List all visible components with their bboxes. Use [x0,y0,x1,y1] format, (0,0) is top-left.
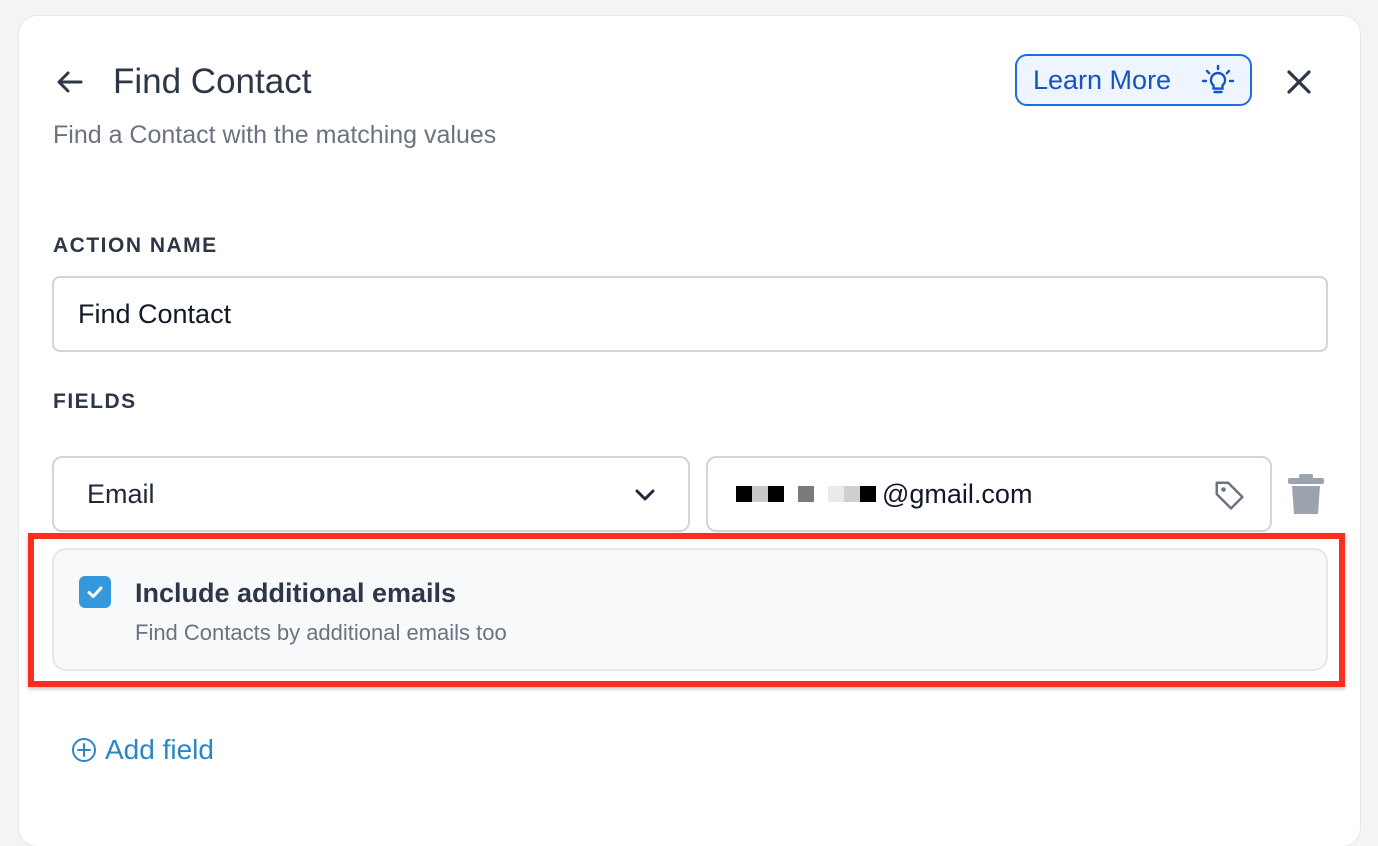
add-field-label: Add field [105,734,214,765]
include-additional-emails-option[interactable]: Include additional emails Find Contacts … [52,548,1328,671]
back-button[interactable] [52,64,88,100]
redacted-text [736,484,876,504]
close-icon [1287,70,1311,94]
arrow-left-icon [57,71,83,93]
tag-icon[interactable] [1212,478,1248,514]
close-button[interactable] [1281,64,1317,100]
action-name-label: ACTION NAME [53,234,218,257]
include-additional-emails-checkbox[interactable] [79,576,111,608]
option-description: Find Contacts by additional emails too [135,620,507,645]
field-value-text: @gmail.com [882,478,1033,509]
page-subtitle: Find a Contact with the matching values [53,121,497,149]
find-contact-panel: Find Contact Find a Contact with the mat… [19,16,1360,846]
field-type-select[interactable]: Email [52,456,690,532]
fields-label: FIELDS [53,390,137,413]
learn-more-button[interactable]: Learn More [1015,54,1252,106]
option-title: Include additional emails [135,578,457,608]
chevron-down-icon [635,489,655,501]
add-field-button[interactable]: Add field [71,734,214,766]
page-title: Find Contact [113,62,312,101]
checkmark-icon [87,586,103,598]
action-name-input[interactable] [52,276,1328,352]
field-value-input[interactable]: @gmail.com [706,456,1272,532]
field-type-value: Email [87,478,155,509]
trash-icon[interactable] [1286,472,1326,516]
lightbulb-icon [1201,64,1235,94]
learn-more-label: Learn More [1033,64,1172,95]
plus-circle-icon [72,738,96,762]
